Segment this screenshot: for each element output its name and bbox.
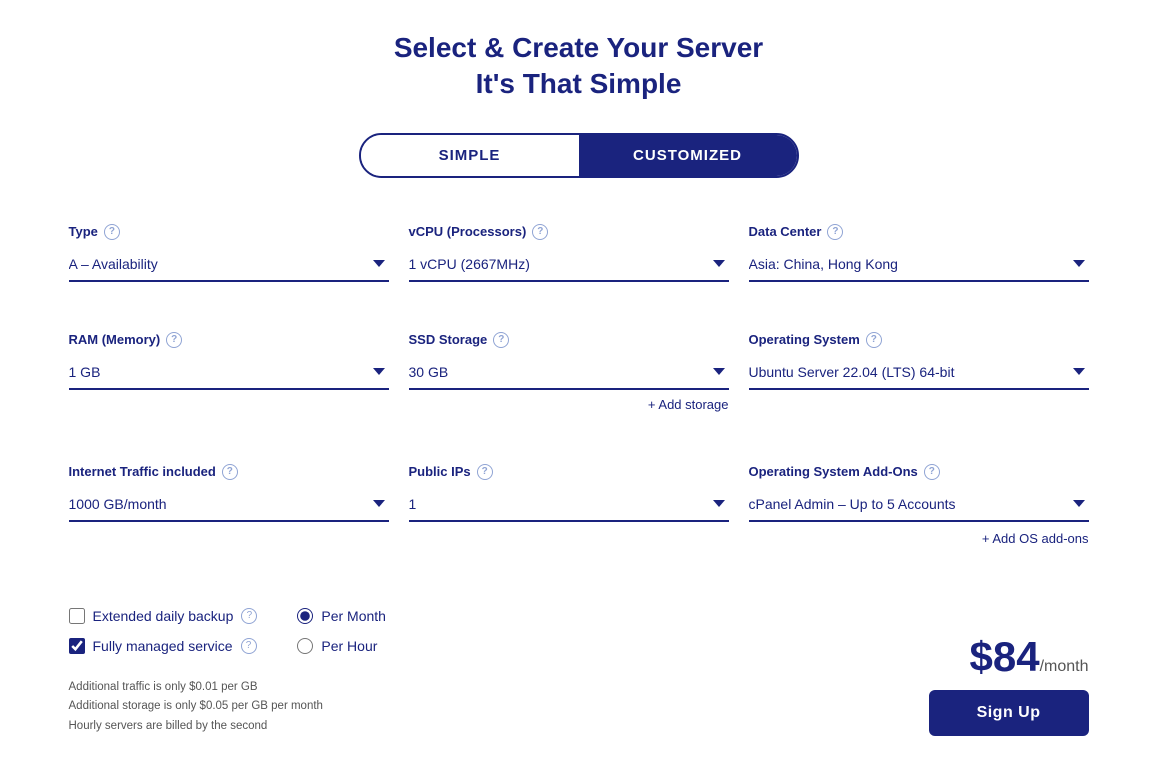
ram-help-icon[interactable]: ? (166, 332, 182, 348)
price-display: $84/month (970, 636, 1089, 678)
managed-service-checkbox[interactable] (69, 638, 85, 654)
traffic-select[interactable]: 1000 GB/month (69, 488, 389, 522)
vcpu-group: vCPU (Processors) ? 1 vCPU (2667MHz) (409, 214, 749, 302)
public-ips-help-icon[interactable]: ? (477, 464, 493, 480)
footer-note-1: Additional traffic is only $0.01 per GB (69, 678, 929, 698)
os-help-icon[interactable]: ? (866, 332, 882, 348)
form-row-2: RAM (Memory) ? 1 GB SSD Storage ? 30 GB … (69, 322, 1089, 434)
bottom-left: Extended daily backup ? Fully managed se… (69, 588, 929, 737)
traffic-group: Internet Traffic included ? 1000 GB/mont… (69, 454, 409, 568)
extended-backup-checkbox[interactable] (69, 608, 85, 624)
os-addons-label: Operating System Add-Ons (749, 464, 918, 479)
os-addons-group: Operating System Add-Ons ? cPanel Admin … (749, 454, 1089, 568)
header-title-line2: It's That Simple (476, 68, 682, 99)
managed-service-help-icon[interactable]: ? (241, 638, 257, 654)
ssd-help-icon[interactable]: ? (493, 332, 509, 348)
os-label: Operating System (749, 332, 860, 347)
checkboxes: Extended daily backup ? Fully managed se… (69, 608, 258, 654)
vcpu-help-icon[interactable]: ? (532, 224, 548, 240)
per-hour-radio[interactable] (297, 638, 313, 654)
public-ips-group: Public IPs ? 1 (409, 454, 749, 568)
managed-service-label: Fully managed service (93, 638, 233, 654)
page-header: Select & Create Your Server It's That Si… (69, 30, 1089, 103)
ssd-label: SSD Storage (409, 332, 488, 347)
per-month-item[interactable]: Per Month (297, 608, 386, 624)
add-storage-link[interactable]: + Add storage (648, 397, 729, 412)
ram-group: RAM (Memory) ? 1 GB (69, 322, 409, 434)
extended-backup-item[interactable]: Extended daily backup ? (69, 608, 258, 624)
tab-simple[interactable]: SIMPLE (361, 135, 579, 176)
header-title-line1: Select & Create Your Server (394, 32, 763, 63)
add-os-link[interactable]: + Add OS add-ons (982, 531, 1089, 546)
extended-backup-label: Extended daily backup (93, 608, 234, 624)
form-row-3: Internet Traffic included ? 1000 GB/mont… (69, 454, 1089, 568)
ram-label: RAM (Memory) (69, 332, 161, 347)
options-row: Extended daily backup ? Fully managed se… (69, 608, 929, 654)
per-month-label: Per Month (321, 608, 386, 624)
signup-button[interactable]: Sign Up (929, 690, 1089, 736)
managed-service-item[interactable]: Fully managed service ? (69, 638, 258, 654)
tab-switcher: SIMPLE CUSTOMIZED (69, 133, 1089, 178)
vcpu-label: vCPU (Processors) (409, 224, 527, 239)
footer-notes: Additional traffic is only $0.01 per GB … (69, 678, 929, 737)
tab-customized[interactable]: CUSTOMIZED (579, 135, 797, 176)
type-select[interactable]: A – Availability (69, 248, 389, 282)
bottom-section: Extended daily backup ? Fully managed se… (69, 588, 1089, 737)
billing-radio-group: Per Month Per Hour (297, 608, 386, 654)
type-help-icon[interactable]: ? (104, 224, 120, 240)
per-hour-label: Per Hour (321, 638, 377, 654)
traffic-label: Internet Traffic included (69, 464, 216, 479)
type-group: Type ? A – Availability (69, 214, 409, 302)
extended-backup-help-icon[interactable]: ? (241, 608, 257, 624)
datacenter-group: Data Center ? Asia: China, Hong Kong (749, 214, 1089, 302)
price-value: $84 (970, 633, 1040, 680)
type-label: Type (69, 224, 98, 239)
traffic-help-icon[interactable]: ? (222, 464, 238, 480)
footer-note-2: Additional storage is only $0.05 per GB … (69, 697, 929, 717)
per-hour-item[interactable]: Per Hour (297, 638, 386, 654)
public-ips-label: Public IPs (409, 464, 471, 479)
os-addons-select[interactable]: cPanel Admin – Up to 5 Accounts (749, 488, 1089, 522)
datacenter-select[interactable]: Asia: China, Hong Kong (749, 248, 1089, 282)
os-group: Operating System ? Ubuntu Server 22.04 (… (749, 322, 1089, 434)
datacenter-label: Data Center (749, 224, 822, 239)
os-select[interactable]: Ubuntu Server 22.04 (LTS) 64-bit (749, 356, 1089, 390)
ram-select[interactable]: 1 GB (69, 356, 389, 390)
bottom-right: $84/month Sign Up (929, 636, 1089, 736)
footer-note-3: Hourly servers are billed by the second (69, 717, 929, 737)
form-row-1: Type ? A – Availability vCPU (Processors… (69, 214, 1089, 302)
os-addons-help-icon[interactable]: ? (924, 464, 940, 480)
public-ips-select[interactable]: 1 (409, 488, 729, 522)
price-period: /month (1040, 658, 1089, 675)
vcpu-select[interactable]: 1 vCPU (2667MHz) (409, 248, 729, 282)
per-month-radio[interactable] (297, 608, 313, 624)
ssd-group: SSD Storage ? 30 GB + Add storage (409, 322, 749, 434)
tab-container: SIMPLE CUSTOMIZED (359, 133, 799, 178)
ssd-select[interactable]: 30 GB (409, 356, 729, 390)
datacenter-help-icon[interactable]: ? (827, 224, 843, 240)
